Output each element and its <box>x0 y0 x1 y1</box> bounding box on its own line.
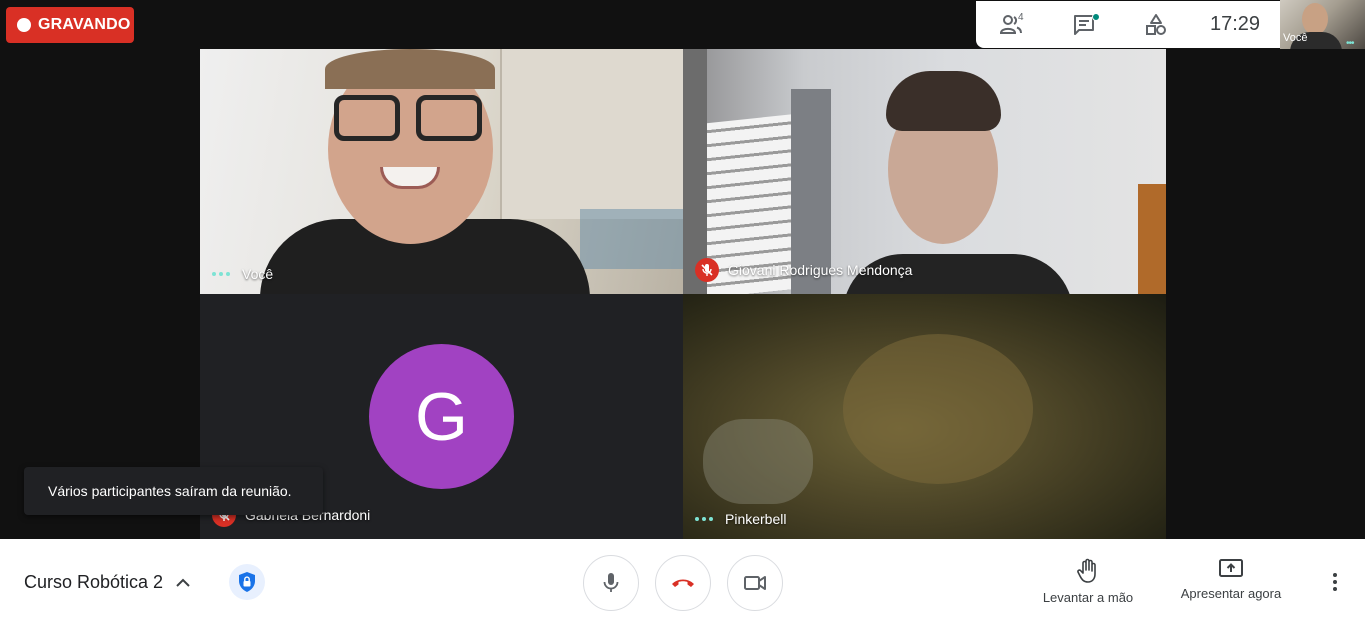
leave-call-button[interactable] <box>655 555 711 611</box>
self-preview[interactable]: Você ••• <box>1280 0 1365 49</box>
person-hair <box>325 49 495 89</box>
present-now-label: Apresentar agora <box>1180 586 1282 601</box>
toast-text: Vários participantes saíram da reunião. <box>48 483 292 499</box>
shapes-icon <box>1146 13 1166 35</box>
meeting-info-panel: 4 17:29 <box>976 1 1280 48</box>
record-dot-icon <box>17 18 31 32</box>
microphone-button[interactable] <box>583 555 639 611</box>
glasses-left <box>334 95 400 141</box>
tile-label: Giovani Rodrigues Mendonça <box>728 262 913 278</box>
door-frame <box>1138 184 1166 294</box>
end-call-icon <box>672 579 694 587</box>
present-now-button[interactable]: Apresentar agora <box>1178 558 1284 601</box>
tile-name-giovani: Giovani Rodrigues Mendonça <box>695 258 912 282</box>
glasses-right <box>416 95 482 141</box>
more-options-button[interactable] <box>1322 569 1348 595</box>
participants-count: 4 <box>1018 12 1024 23</box>
microphone-icon <box>603 573 619 592</box>
meeting-title[interactable]: Curso Robótica 2 <box>24 572 163 593</box>
raise-hand-icon <box>1077 558 1096 583</box>
meeting-safety-button[interactable] <box>229 564 265 600</box>
tile-name-pinkerbell: Pinkerbell <box>695 511 786 527</box>
self-preview-label: Você <box>1283 32 1308 44</box>
blurry-face <box>843 334 1033 484</box>
video-tile-pinkerbell[interactable]: Pinkerbell <box>683 294 1166 539</box>
more-vert-icon <box>1333 573 1337 591</box>
chat-button[interactable] <box>1048 1 1120 48</box>
blurry-hand <box>703 419 813 504</box>
tile-label: Pinkerbell <box>725 511 787 527</box>
cabinet <box>500 49 683 219</box>
video-tile-giovani[interactable]: Giovani Rodrigues Mendonça <box>683 49 1166 294</box>
present-screen-icon <box>1219 559 1243 577</box>
tile-name-self: Você <box>212 266 273 282</box>
recording-badge: GRAVANDO <box>6 7 134 43</box>
chevron-up-icon[interactable] <box>172 572 194 594</box>
raise-hand-button[interactable]: Levantar a mão <box>1040 558 1136 605</box>
video-camera-icon <box>744 576 766 590</box>
bookshelf <box>580 209 683 269</box>
video-tile-self[interactable]: Você <box>200 49 683 294</box>
avatar: G <box>369 344 514 489</box>
person-hair <box>886 71 1001 131</box>
tile-label: Você <box>242 266 274 282</box>
meeting-clock: 17:29 <box>1210 13 1261 35</box>
bottom-toolbar: Curso Robótica 2 Levantar a mão Apresent… <box>0 539 1365 624</box>
speaking-indicator-icon <box>212 272 230 276</box>
speaking-indicator-icon: ••• <box>1346 38 1354 49</box>
recording-label: GRAVANDO <box>38 16 131 33</box>
mic-off-icon <box>695 258 719 282</box>
notification-toast: Vários participantes saíram da reunião. <box>24 467 323 515</box>
raise-hand-label: Levantar a mão <box>1042 590 1134 605</box>
chat-unread-dot <box>1092 13 1100 21</box>
camera-button[interactable] <box>727 555 783 611</box>
self-preview-face <box>1302 3 1328 35</box>
participants-button[interactable]: 4 <box>976 1 1048 48</box>
shield-lock-icon <box>239 572 255 592</box>
activities-button[interactable] <box>1120 1 1192 48</box>
meeting-stage: GRAVANDO 4 17:29 Você ••• Você Giovani R… <box>0 0 1365 539</box>
speaking-indicator-icon <box>695 517 713 521</box>
